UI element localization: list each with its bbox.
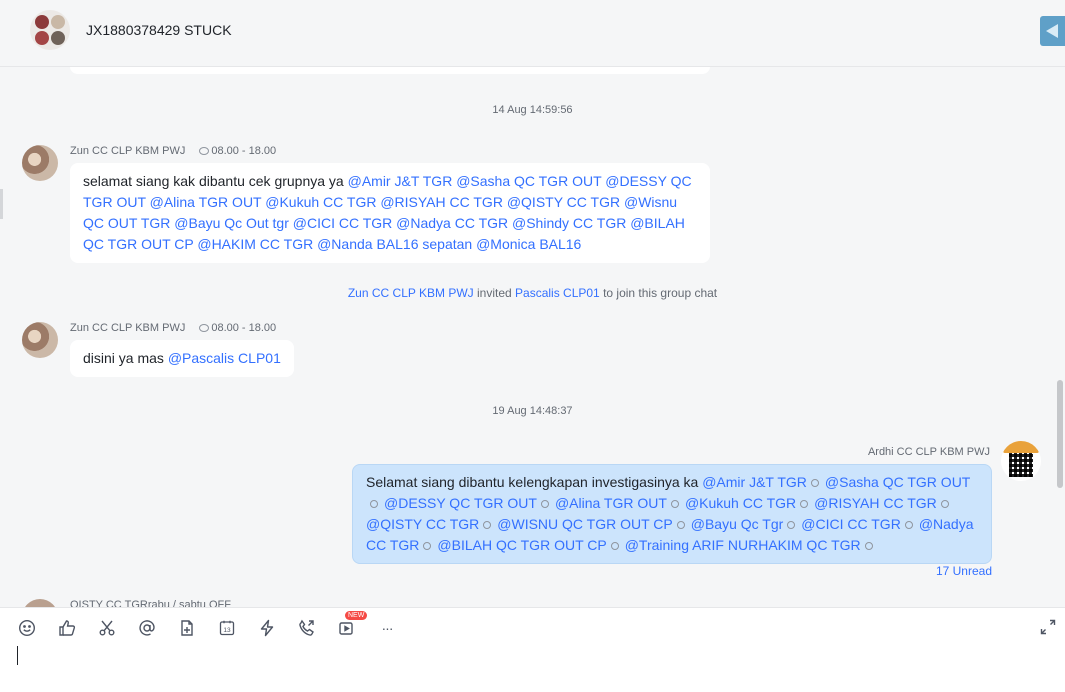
- chat-header: JX1880378429 STUCK: [0, 0, 1065, 67]
- call-icon[interactable]: [297, 618, 317, 638]
- system-suffix: to join this group chat: [599, 286, 718, 300]
- sender-name[interactable]: Zun CC CLP KBM PWJ: [70, 322, 185, 334]
- read-status-icon: [800, 500, 809, 508]
- mention-list[interactable]: @Pascalis CLP01: [168, 350, 281, 366]
- message-composer: 13 NEW ···: [0, 607, 1065, 692]
- mention[interactable]: @CICI CC TGR: [801, 516, 901, 532]
- read-status-icon: [904, 521, 913, 529]
- system-inviter[interactable]: Zun CC CLP KBM PWJ: [348, 286, 474, 300]
- sender-name[interactable]: Zun CC CLP KBM PWJ: [70, 145, 185, 157]
- status-icon: [199, 324, 210, 332]
- chat-title[interactable]: JX1880378429 STUCK: [86, 22, 232, 38]
- mention[interactable]: @Amir J&T TGR: [702, 474, 807, 490]
- sender-status: rabu / sabtu OFF: [147, 599, 231, 607]
- mention[interactable]: @BILAH QC TGR OUT CP: [437, 537, 606, 553]
- composer-toolbar: 13 NEW ···: [17, 611, 397, 638]
- timestamp: 14 Aug 14:59:56: [492, 104, 573, 116]
- read-status-icon: [670, 500, 679, 508]
- read-status-icon: [787, 521, 796, 529]
- sender-status: 08.00 - 18.00: [211, 322, 277, 334]
- status-icon: [199, 147, 210, 155]
- system-action: invited: [473, 286, 516, 300]
- timestamp: 19 Aug 14:48:37: [492, 405, 573, 417]
- doc-add-icon[interactable]: [177, 618, 197, 638]
- mention[interactable]: @RISYAH CC TGR: [814, 495, 937, 511]
- message-bubble[interactable]: disini ya mas @Pascalis CLP01: [70, 340, 294, 377]
- read-status-icon: [370, 500, 378, 508]
- my-sender-name[interactable]: Ardhi CC CLP KBM PWJ: [790, 446, 990, 458]
- mention[interactable]: @Kukuh CC TGR: [685, 495, 796, 511]
- unread-count[interactable]: 17 Unread: [900, 564, 992, 578]
- sender-line: Zun CC CLP KBM PWJ 08.00 - 18.00: [70, 322, 276, 334]
- mention[interactable]: @QISTY CC TGR: [366, 516, 479, 532]
- more-icon[interactable]: ···: [377, 618, 397, 638]
- avatar[interactable]: [22, 145, 58, 181]
- emoji-icon[interactable]: [17, 618, 37, 638]
- sender-name[interactable]: QISTY CC TGR: [70, 599, 148, 607]
- qr-code-icon: [1009, 453, 1033, 477]
- read-status-icon: [423, 542, 432, 550]
- read-status-icon: [810, 479, 819, 487]
- message-input[interactable]: [15, 642, 1015, 682]
- crown-icon: [1003, 441, 1039, 453]
- sender-line: QISTY CC TGRrabu / sabtu OFF: [70, 599, 231, 607]
- read-status-icon: [483, 521, 492, 529]
- message-list[interactable]: 14 Aug 14:59:56 Zun CC CLP KBM PWJ 08.00 …: [0, 67, 1065, 607]
- expand-icon[interactable]: [1040, 619, 1056, 635]
- mention[interactable]: @Alina TGR OUT: [555, 495, 667, 511]
- scissors-icon[interactable]: [97, 618, 117, 638]
- calendar-icon[interactable]: 13: [217, 618, 237, 638]
- sender-line: Zun CC CLP KBM PWJ 08.00 - 18.00: [70, 145, 276, 157]
- panel-resize-handle[interactable]: [0, 189, 3, 219]
- thumbs-up-icon[interactable]: [57, 618, 77, 638]
- my-message-bubble[interactable]: Selamat siang dibantu kelengkapan invest…: [352, 464, 992, 564]
- mention[interactable]: @WISNU QC TGR OUT CP: [497, 516, 672, 532]
- calendar-day: 13: [223, 627, 231, 634]
- read-status-icon: [610, 542, 619, 550]
- lightning-icon[interactable]: [257, 618, 277, 638]
- mention[interactable]: @Bayu Qc Tgr: [691, 516, 784, 532]
- mention[interactable]: @DESSY QC TGR OUT: [384, 495, 537, 511]
- system-invitee[interactable]: Pascalis CLP01: [515, 286, 600, 300]
- avatar[interactable]: [22, 322, 58, 358]
- message-text: disini ya mas: [83, 350, 168, 366]
- mention-icon[interactable]: [137, 618, 157, 638]
- read-status-icon: [540, 500, 549, 508]
- read-status-icon: [864, 542, 873, 550]
- mention[interactable]: @Sasha QC TGR OUT: [825, 474, 970, 490]
- avatar[interactable]: [22, 599, 58, 607]
- previous-message-bubble: [70, 67, 710, 74]
- sender-status: 08.00 - 18.00: [211, 145, 277, 157]
- read-status-icon: [676, 521, 685, 529]
- system-message: Zun CC CLP KBM PWJ invited Pascalis CLP0…: [0, 286, 1065, 300]
- message-text: selamat siang kak dibantu cek grupnya ya: [83, 173, 348, 189]
- mention[interactable]: @Training ARIF NURHAKIM QC TGR: [625, 537, 861, 553]
- read-status-icon: [940, 500, 949, 508]
- my-message-text: Selamat siang dibantu kelengkapan invest…: [366, 474, 703, 490]
- new-badge: NEW: [345, 611, 368, 620]
- scrollbar[interactable]: [1057, 380, 1063, 488]
- group-avatar[interactable]: [30, 10, 70, 50]
- video-icon[interactable]: NEW: [337, 611, 368, 638]
- my-avatar[interactable]: [1001, 441, 1041, 481]
- side-panel-toggle-icon[interactable]: [1040, 16, 1065, 46]
- message-bubble[interactable]: selamat siang kak dibantu cek grupnya ya…: [70, 163, 710, 263]
